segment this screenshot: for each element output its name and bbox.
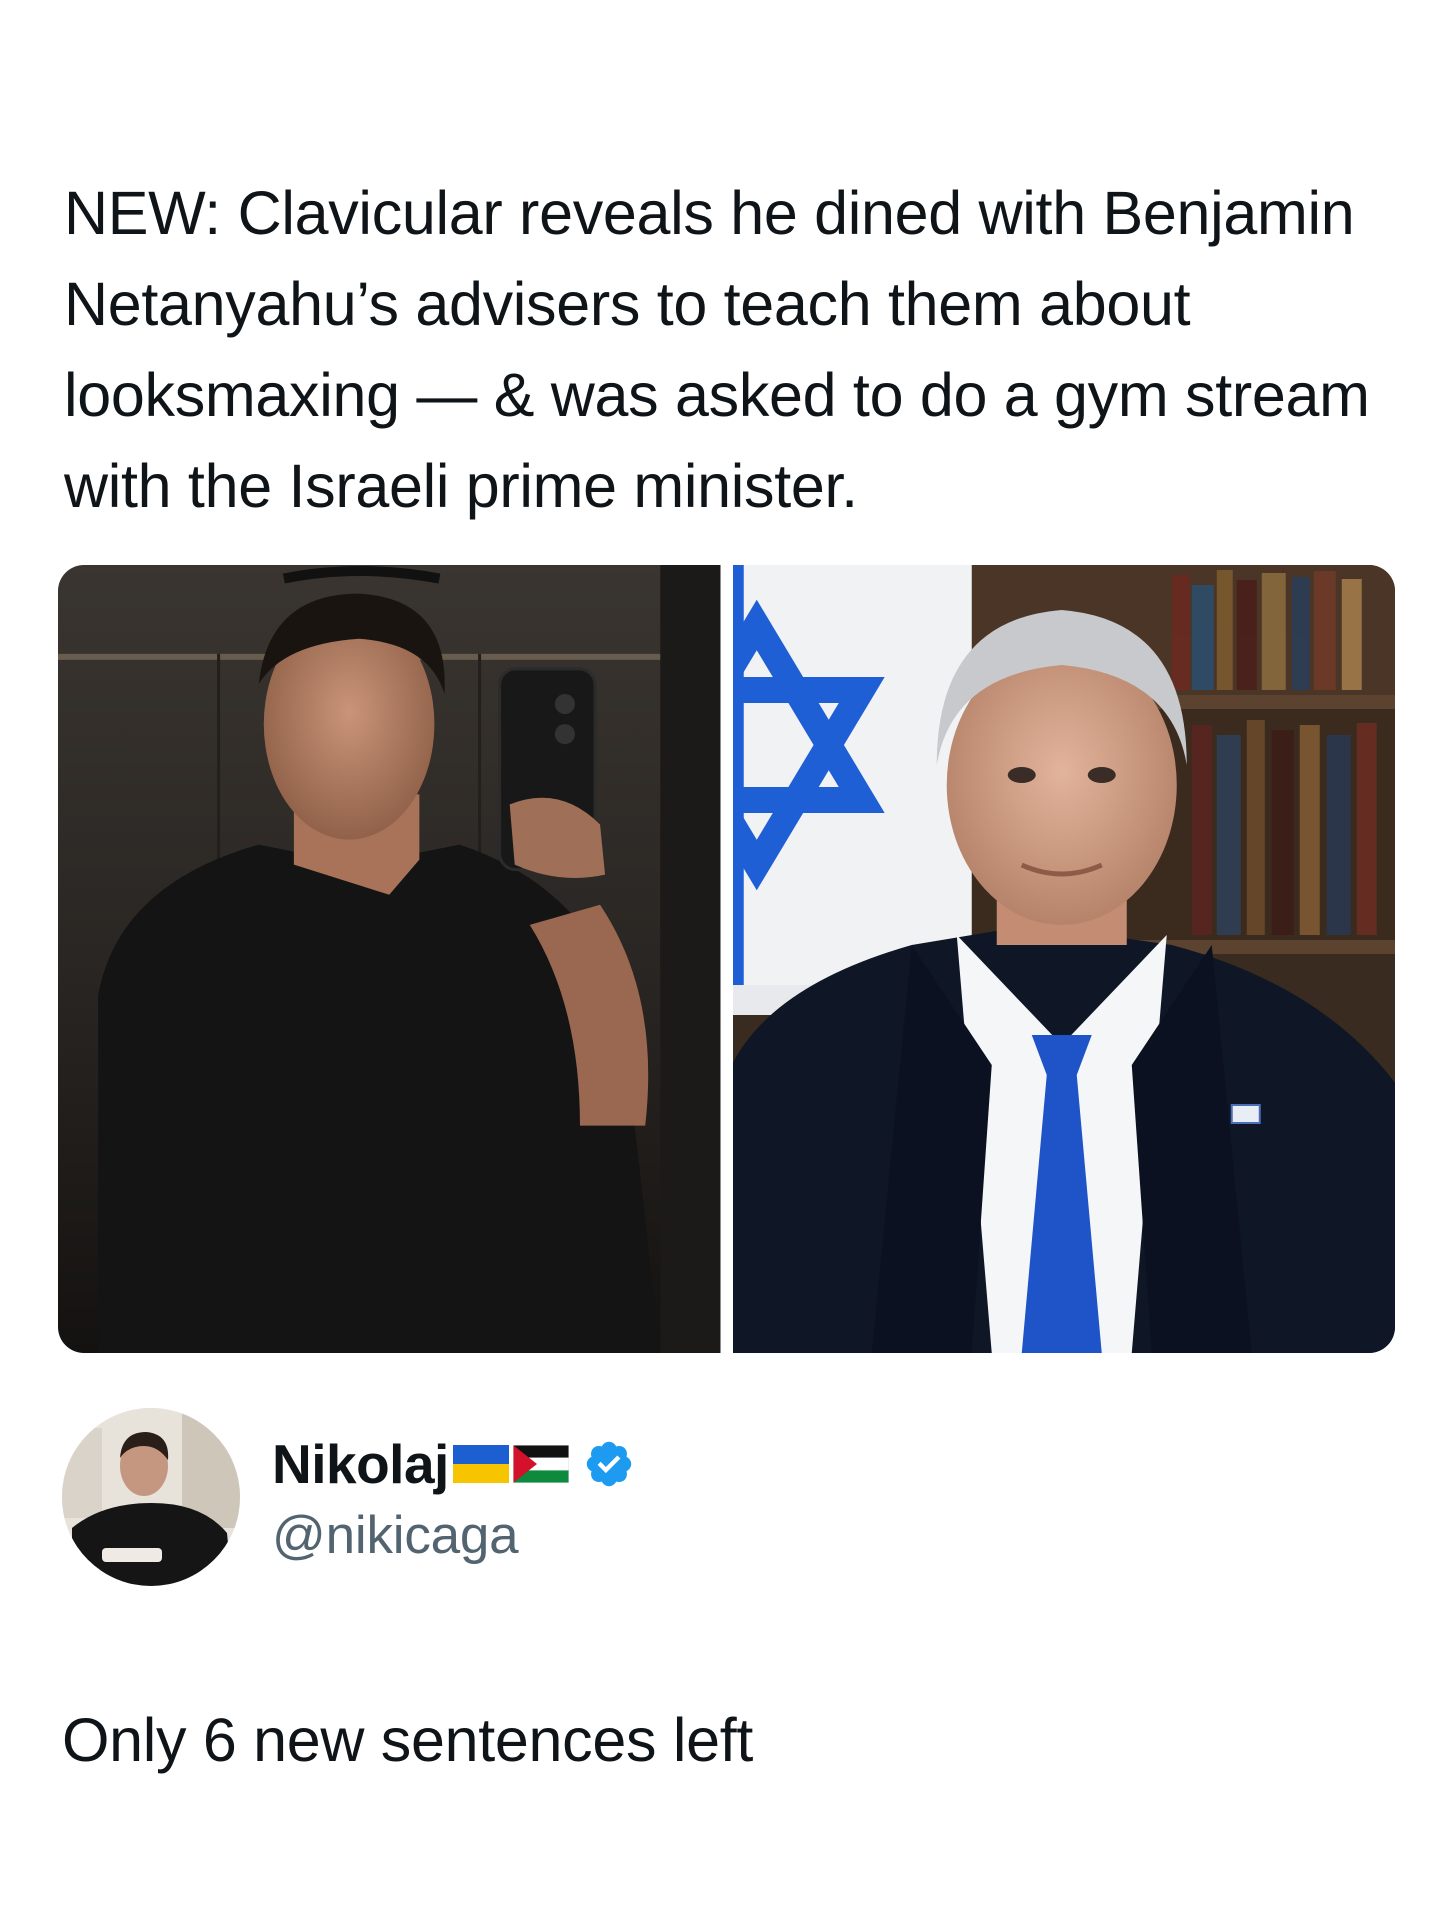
media-photo-right[interactable] [732, 565, 1395, 1353]
quoted-post-text: NEW: Clavicular reveals he dined with Be… [64, 179, 1370, 520]
palestine-flag-icon [512, 1444, 569, 1483]
avatar[interactable] [62, 1408, 240, 1586]
media-grid[interactable] [58, 565, 1395, 1353]
post-text: Only 6 new sentences left [62, 1706, 753, 1774]
man-selfie-photo [58, 565, 721, 1353]
author-meta: Nikolaj @nikicaga [272, 1429, 635, 1566]
display-name[interactable]: Nikolaj [272, 1432, 449, 1496]
name-row: Nikolaj [272, 1429, 635, 1499]
portrait-photo-with-flag [732, 565, 1395, 1353]
user-handle[interactable]: @nikicaga [272, 1505, 635, 1566]
avatar-photo [62, 1408, 240, 1586]
verified-badge-icon [583, 1438, 635, 1490]
author-row[interactable]: Nikolaj @nikicaga [62, 1404, 635, 1590]
ukraine-flag-icon [452, 1444, 509, 1483]
media-photo-left[interactable] [58, 565, 721, 1353]
